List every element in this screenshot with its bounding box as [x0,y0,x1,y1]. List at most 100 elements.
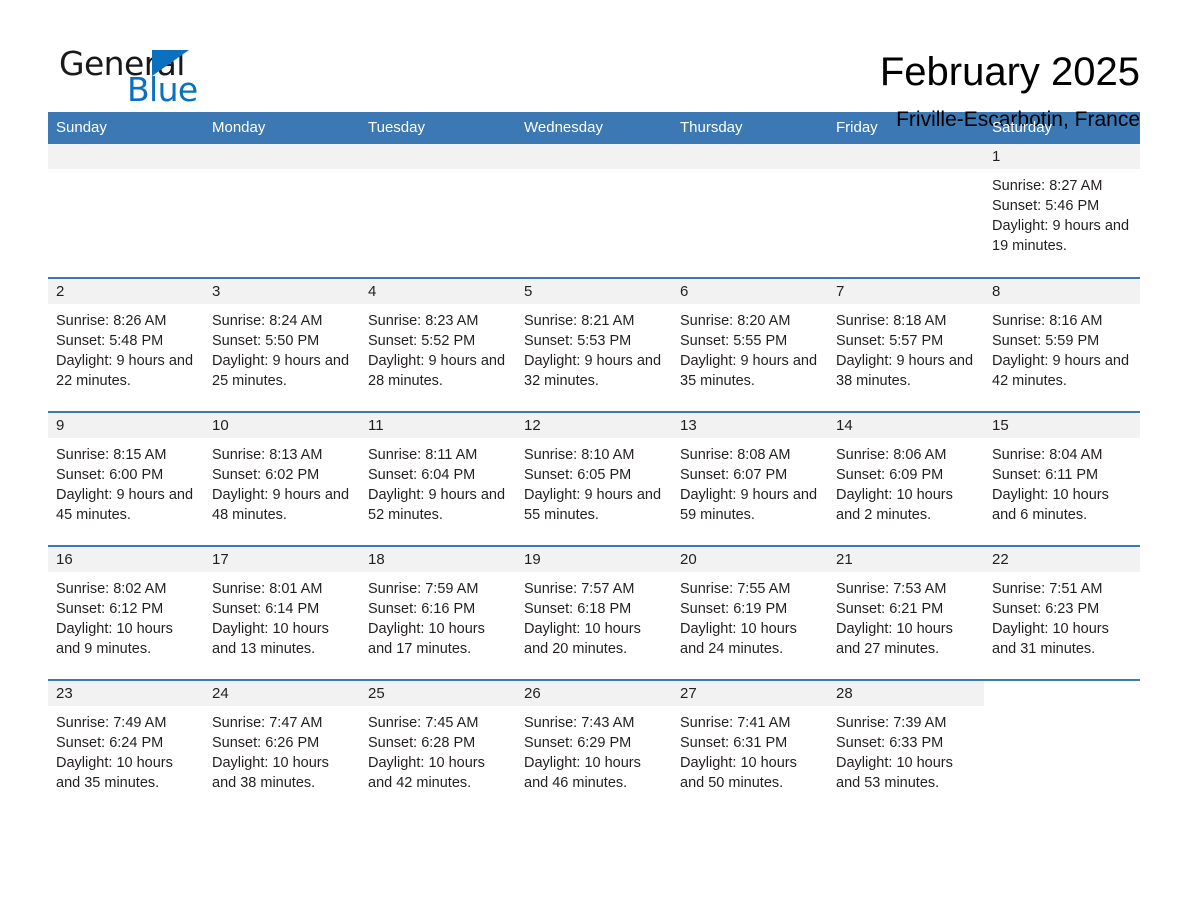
daylight-text: Daylight: 9 hours and 25 minutes. [212,353,350,389]
daylight-text: Daylight: 9 hours and 55 minutes. [524,487,662,523]
calendar-day-cell[interactable]: 27 Sunrise: 7:41 AM Sunset: 6:31 PM Dayligh… [672,679,828,814]
day-details: Sunrise: 7:43 AM Sunset: 6:29 PM Daylight:… [516,706,672,793]
calendar-day-cell[interactable]: 24 Sunrise: 7:47 AM Sunset: 6:26 PM Dayligh… [204,679,360,814]
sunset-text: Sunset: 6:07 PM [680,467,788,483]
day-details: Sunrise: 7:49 AM Sunset: 6:24 PM Daylight:… [48,706,204,793]
day-number [516,144,672,169]
sunrise-text: Sunrise: 8:06 AM [836,447,947,463]
sunrise-text: Sunrise: 7:39 AM [836,715,947,731]
sunset-text: Sunset: 6:00 PM [56,467,164,483]
daylight-text: Daylight: 10 hours and 53 minutes. [836,755,953,791]
sunrise-text: Sunrise: 8:18 AM [836,313,947,329]
sunset-text: Sunset: 6:28 PM [368,735,476,751]
calendar-day-cell[interactable]: 20 Sunrise: 7:55 AM Sunset: 6:19 PM Dayligh… [672,545,828,680]
calendar-day-cell[interactable]: 13 Sunrise: 8:08 AM Sunset: 6:07 PM Dayligh… [672,411,828,546]
day-details: Sunrise: 8:15 AM Sunset: 6:00 PM Daylight:… [48,438,204,525]
calendar-week-row: 1 Sunrise: 8:27 AM Sunset: 5:46 PM Daylight… [48,144,1140,278]
sunset-text: Sunset: 5:50 PM [212,333,320,349]
day-details: Sunrise: 8:10 AM Sunset: 6:05 PM Daylight:… [516,438,672,525]
daylight-text: Daylight: 9 hours and 35 minutes. [680,353,818,389]
sunrise-text: Sunrise: 7:45 AM [368,715,479,731]
sunrise-text: Sunrise: 8:02 AM [56,581,167,597]
day-details: Sunrise: 7:39 AM Sunset: 6:33 PM Daylight:… [828,706,984,793]
sunrise-text: Sunrise: 7:41 AM [680,715,791,731]
day-number: 1 [984,144,1140,169]
column-header-tuesday: Tuesday [360,112,516,144]
sunrise-text: Sunrise: 7:53 AM [836,581,947,597]
calendar-day-cell[interactable]: 3 Sunrise: 8:24 AM Sunset: 5:50 PM Daylight… [204,277,360,412]
sunrise-text: Sunrise: 8:01 AM [212,581,323,597]
calendar-week-row: 9 Sunrise: 8:15 AM Sunset: 6:00 PM Daylight… [48,411,1140,546]
daylight-text: Daylight: 10 hours and 17 minutes. [368,621,485,657]
day-details: Sunrise: 7:53 AM Sunset: 6:21 PM Daylight:… [828,572,984,659]
daylight-text: Daylight: 9 hours and 22 minutes. [56,353,194,389]
column-header-sunday: Sunday [48,112,204,144]
sunrise-text: Sunrise: 8:11 AM [368,447,478,463]
calendar-day-cell[interactable]: 28 Sunrise: 7:39 AM Sunset: 6:33 PM Dayligh… [828,679,984,814]
sunset-text: Sunset: 6:29 PM [524,735,632,751]
day-number: 15 [984,413,1140,438]
day-details: Sunrise: 8:11 AM Sunset: 6:04 PM Daylight:… [360,438,516,525]
sunrise-text: Sunrise: 8:13 AM [212,447,323,463]
calendar-day-cell[interactable]: 10 Sunrise: 8:13 AM Sunset: 6:02 PM Dayligh… [204,411,360,546]
calendar-day-cell[interactable]: 16 Sunrise: 8:02 AM Sunset: 6:12 PM Dayligh… [48,545,204,680]
day-number: 25 [360,681,516,706]
calendar-day-cell[interactable]: 21 Sunrise: 7:53 AM Sunset: 6:21 PM Dayligh… [828,545,984,680]
sunset-text: Sunset: 6:02 PM [212,467,320,483]
day-number: 24 [204,681,360,706]
calendar-day-cell[interactable]: 14 Sunrise: 8:06 AM Sunset: 6:09 PM Dayligh… [828,411,984,546]
calendar-day-cell[interactable]: 5 Sunrise: 8:21 AM Sunset: 5:53 PM Daylight… [516,277,672,412]
calendar-day-cell[interactable]: 15 Sunrise: 8:04 AM Sunset: 6:11 PM Dayligh… [984,411,1140,546]
day-number [984,681,1140,706]
day-number: 10 [204,413,360,438]
calendar-day-cell[interactable]: 23 Sunrise: 7:49 AM Sunset: 6:24 PM Dayligh… [48,679,204,814]
calendar-empty-cell [204,144,360,278]
calendar-day-cell[interactable]: 19 Sunrise: 7:57 AM Sunset: 6:18 PM Dayligh… [516,545,672,680]
sunrise-text: Sunrise: 8:16 AM [992,313,1103,329]
day-details: Sunrise: 8:01 AM Sunset: 6:14 PM Daylight:… [204,572,360,659]
calendar-day-cell[interactable]: 11 Sunrise: 8:11 AM Sunset: 6:04 PM Dayligh… [360,411,516,546]
calendar-day-cell[interactable]: 18 Sunrise: 7:59 AM Sunset: 6:16 PM Dayligh… [360,545,516,680]
daylight-text: Daylight: 9 hours and 28 minutes. [368,353,506,389]
sunset-text: Sunset: 6:19 PM [680,601,788,617]
calendar-day-cell[interactable]: 25 Sunrise: 7:45 AM Sunset: 6:28 PM Dayligh… [360,679,516,814]
day-number: 28 [828,681,984,706]
calendar-day-cell[interactable]: 7 Sunrise: 8:18 AM Sunset: 5:57 PM Daylight… [828,277,984,412]
sunset-text: Sunset: 6:31 PM [680,735,788,751]
sunrise-text: Sunrise: 7:57 AM [524,581,635,597]
day-details: Sunrise: 8:16 AM Sunset: 5:59 PM Daylight:… [984,304,1140,391]
calendar-day-cell[interactable]: 4 Sunrise: 8:23 AM Sunset: 5:52 PM Daylight… [360,277,516,412]
sunset-text: Sunset: 6:21 PM [836,601,944,617]
daylight-text: Daylight: 10 hours and 13 minutes. [212,621,329,657]
day-details: Sunrise: 8:08 AM Sunset: 6:07 PM Daylight:… [672,438,828,525]
sunset-text: Sunset: 6:26 PM [212,735,320,751]
calendar-day-cell[interactable]: 1 Sunrise: 8:27 AM Sunset: 5:46 PM Daylight… [984,144,1140,278]
daylight-text: Daylight: 9 hours and 52 minutes. [368,487,506,523]
day-number: 19 [516,547,672,572]
daylight-text: Daylight: 10 hours and 46 minutes. [524,755,641,791]
calendar-day-cell[interactable]: 26 Sunrise: 7:43 AM Sunset: 6:29 PM Dayligh… [516,679,672,814]
calendar-empty-cell [516,144,672,278]
calendar-day-cell[interactable]: 2 Sunrise: 8:26 AM Sunset: 5:48 PM Daylight… [48,277,204,412]
general-blue-logo[interactable]: General Blue [48,46,198,108]
calendar-day-cell[interactable]: 9 Sunrise: 8:15 AM Sunset: 6:00 PM Daylight… [48,411,204,546]
day-number: 18 [360,547,516,572]
calendar-week-row: 16 Sunrise: 8:02 AM Sunset: 6:12 PM Dayligh… [48,545,1140,680]
daylight-text: Daylight: 10 hours and 27 minutes. [836,621,953,657]
day-number: 27 [672,681,828,706]
sunset-text: Sunset: 6:18 PM [524,601,632,617]
calendar-day-cell[interactable]: 12 Sunrise: 8:10 AM Sunset: 6:05 PM Dayligh… [516,411,672,546]
daylight-text: Daylight: 10 hours and 6 minutes. [992,487,1109,523]
day-number: 2 [48,279,204,304]
calendar-empty-cell [828,144,984,278]
daylight-text: Daylight: 9 hours and 32 minutes. [524,353,662,389]
sunrise-sunset-calendar: Sunday Monday Tuesday Wednesday Thursday… [48,112,1140,814]
calendar-day-cell[interactable]: 8 Sunrise: 8:16 AM Sunset: 5:59 PM Daylight… [984,277,1140,412]
day-details: Sunrise: 8:18 AM Sunset: 5:57 PM Daylight:… [828,304,984,391]
calendar-day-cell[interactable]: 22 Sunrise: 7:51 AM Sunset: 6:23 PM Dayligh… [984,545,1140,680]
column-header-wednesday: Wednesday [516,112,672,144]
calendar-day-cell[interactable]: 6 Sunrise: 8:20 AM Sunset: 5:55 PM Daylight… [672,277,828,412]
calendar-day-cell[interactable]: 17 Sunrise: 8:01 AM Sunset: 6:14 PM Dayligh… [204,545,360,680]
day-details: Sunrise: 7:57 AM Sunset: 6:18 PM Daylight:… [516,572,672,659]
day-number: 22 [984,547,1140,572]
